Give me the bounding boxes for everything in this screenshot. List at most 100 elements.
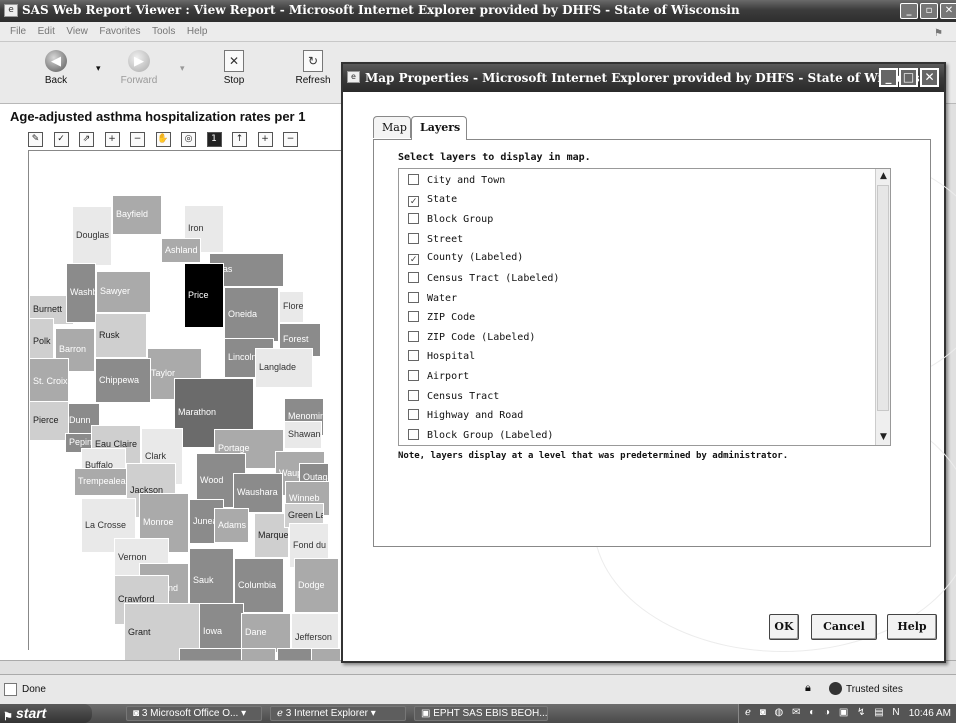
maximize-button[interactable]: ▫ <box>920 3 938 19</box>
layer-item[interactable]: ZIP Code (Labeled) <box>408 330 535 350</box>
layer-up-icon[interactable]: ↑ <box>232 132 247 147</box>
taskbar-item-office[interactable]: ◙ 3 Microsoft Office O... ▾ <box>126 706 262 721</box>
county-region[interactable]: Langlade <box>255 348 313 388</box>
expand-icon[interactable]: + <box>257 132 273 147</box>
pan-hand-icon[interactable]: ✋ <box>155 132 171 147</box>
edit-icon[interactable]: ✎ <box>28 132 43 147</box>
layer-item[interactable]: Census Tract (Labeled) <box>408 272 559 291</box>
layers-listbox[interactable]: ▲ ▼ City and Town ✓ State Block Group Street… <box>398 168 891 446</box>
county-region[interactable]: Rusk <box>95 313 147 358</box>
scroll-thumb[interactable] <box>877 185 889 411</box>
tray-icons[interactable]: ℯ ◙ ◍ ✉ ◐ ◑ ▣ ↯ ▤ N <box>745 707 903 718</box>
menu-favorites[interactable]: Favorites <box>99 26 140 37</box>
layer-checkbox[interactable] <box>408 174 419 185</box>
tab-map[interactable]: Map <box>373 116 411 138</box>
county-region[interactable]: Shawano <box>284 421 322 449</box>
back-dropdown-icon[interactable]: ▾ <box>96 64 101 74</box>
county-region[interactable]: Trempealeau <box>74 468 134 496</box>
identify-icon[interactable]: ◎ <box>181 132 196 147</box>
layer-checkbox[interactable] <box>408 350 419 362</box>
stop-button[interactable]: ✕ Stop <box>214 50 254 86</box>
layer-checkbox[interactable] <box>408 389 419 401</box>
county-region[interactable]: Ashland <box>161 238 201 263</box>
dialog-minimize-button[interactable]: _ <box>879 68 898 87</box>
county-region[interactable]: Waushara <box>233 473 283 513</box>
layer-item[interactable]: ✓ State <box>408 194 457 213</box>
system-tray: ℯ ◙ ◍ ✉ ◐ ◑ ▣ ↯ ▤ N 10:46 AM <box>738 704 956 723</box>
layers-scrollbar[interactable]: ▲ ▼ <box>875 169 890 445</box>
taskbar-item-epht[interactable]: ▣ EPHT SAS EBIS BEOH... <box>414 706 548 721</box>
county-region[interactable]: Washburn <box>66 263 96 323</box>
layer-item[interactable]: Water <box>408 291 457 311</box>
layer-checkbox[interactable] <box>408 291 419 303</box>
taskbar-item-ie[interactable]: ℯ 3 Internet Explorer ▾ <box>270 706 406 721</box>
county-region[interactable]: Bayfield <box>112 195 162 235</box>
layer-item[interactable]: Block Group <box>408 213 493 232</box>
layer-item[interactable]: ZIP Code <box>408 311 475 330</box>
layer-item[interactable]: Census Tract <box>408 389 499 409</box>
refresh-button[interactable]: ↻ Refresh <box>288 50 338 86</box>
county-region[interactable]: Dodge <box>294 558 339 613</box>
county-region[interactable]: Flore <box>279 291 304 323</box>
forward-dropdown-icon[interactable]: ▾ <box>180 64 185 74</box>
county-region[interactable]: Sawyer <box>96 271 151 313</box>
layer-checkbox[interactable] <box>408 213 419 225</box>
county-region[interactable]: Douglas <box>72 206 112 266</box>
county-map[interactable]: DouglasBayfieldIronAshlandVilasBurnettWa… <box>28 150 348 688</box>
tab-layers[interactable]: Layers <box>411 116 467 140</box>
collapse-icon[interactable]: − <box>283 132 298 147</box>
layer-item[interactable]: Airport <box>408 370 469 389</box>
scroll-down-icon[interactable]: ▼ <box>876 430 890 445</box>
layer-checkbox[interactable] <box>408 311 419 323</box>
forward-button[interactable]: ▶ Forward <box>114 50 164 86</box>
county-region[interactable]: Price <box>184 263 224 328</box>
help-button[interactable]: Help <box>887 614 937 640</box>
close-button[interactable]: ✕ <box>940 3 956 19</box>
menu-edit[interactable]: Edit <box>38 26 55 37</box>
menu-tools[interactable]: Tools <box>152 26 175 37</box>
office-icon: ◙ <box>133 708 142 719</box>
county-region[interactable]: Pierce <box>29 401 69 441</box>
county-region[interactable]: Adams <box>214 508 249 543</box>
start-button[interactable]: ⚑ start <box>0 704 92 723</box>
county-region[interactable]: Chippewa <box>95 358 151 403</box>
dialog-body: Map Layers Select layers to display in m… <box>343 92 956 661</box>
trusted-sites-icon <box>829 682 842 695</box>
layer-item[interactable]: Hospital <box>408 350 475 369</box>
scroll-up-icon[interactable]: ▲ <box>876 169 890 184</box>
cancel-button[interactable]: Cancel <box>811 614 877 640</box>
layer-item[interactable]: Block Group (Labeled) <box>408 428 553 445</box>
layer-item[interactable]: Highway and Road <box>408 409 523 428</box>
layer-label: City and Town <box>427 175 506 186</box>
layer-checkbox[interactable] <box>408 330 419 342</box>
layer-item[interactable]: ✓ County (Labeled) <box>408 252 523 271</box>
dialog-close-button[interactable]: ✕ <box>920 68 939 87</box>
dialog-maximize-button[interactable]: □ <box>899 68 918 87</box>
layer-checkbox[interactable] <box>408 272 419 283</box>
layer-checkbox[interactable]: ✓ <box>408 195 419 207</box>
layer-item[interactable]: Street <box>408 232 463 252</box>
layer-checkbox[interactable] <box>408 232 419 244</box>
check-icon[interactable]: ✓ <box>53 132 69 147</box>
minimize-button[interactable]: _ <box>900 3 918 19</box>
export-icon[interactable]: ⇗ <box>79 132 94 147</box>
layers-panel: Select layers to display in map. ▲ ▼ Cit… <box>373 139 931 547</box>
county-region[interactable]: Oneida <box>224 287 279 342</box>
layer-1-icon[interactable]: 1 <box>206 132 222 147</box>
back-button[interactable]: ◀ Back <box>36 50 76 86</box>
menu-help[interactable]: Help <box>187 26 208 37</box>
layer-label: Block Group <box>427 214 494 226</box>
menu-file[interactable]: File <box>10 26 26 37</box>
ok-button[interactable]: OK <box>769 614 799 640</box>
zoom-in-icon[interactable]: + <box>104 132 120 147</box>
status-text: Done <box>22 684 46 695</box>
layer-checkbox[interactable] <box>408 428 419 440</box>
county-region[interactable]: St. Croix <box>29 358 69 406</box>
menu-view[interactable]: View <box>66 26 88 37</box>
zoom-out-icon[interactable]: − <box>130 132 145 147</box>
county-region[interactable]: Dane <box>241 613 291 653</box>
layer-checkbox[interactable] <box>408 409 419 421</box>
layer-checkbox[interactable]: ✓ <box>408 254 419 266</box>
layer-item[interactable]: City and Town <box>408 174 505 193</box>
layer-checkbox[interactable] <box>408 370 419 381</box>
